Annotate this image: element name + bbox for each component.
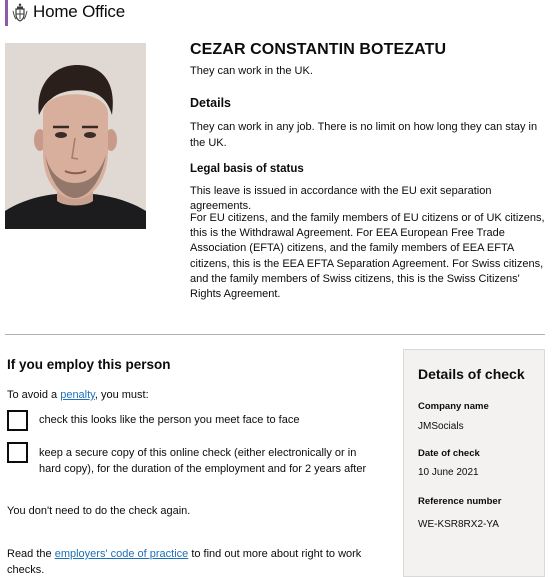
keep-copy-label[interactable]: keep a secure copy of this online check … [39, 445, 379, 477]
work-status: They can work in the UK. [190, 65, 313, 77]
site-header: Home Office [0, 0, 552, 30]
face-check-label[interactable]: check this looks like the person you mee… [39, 414, 299, 426]
section-divider [5, 334, 545, 335]
code-of-practice-link[interactable]: employers' code of practice [55, 548, 189, 560]
details-text: They can work in any job. There is no li… [190, 121, 538, 149]
legal-basis-text: This leave is issued in accordance with … [190, 185, 492, 212]
face-check-checkbox[interactable] [7, 410, 28, 431]
code-of-practice-text: Read the employers' code of practice to … [7, 546, 367, 577]
company-name-value: JMSocials [418, 421, 464, 432]
check-date-value: 10 June 2021 [418, 467, 479, 478]
legal-basis-agreements-text: For EU citizens, and the family members … [190, 212, 545, 301]
penalty-intro: To avoid a penalty, you must: [7, 389, 149, 401]
employer-heading: If you employ this person [7, 357, 171, 372]
royal-crest-icon [12, 3, 28, 22]
check-date-label: Date of check [418, 448, 480, 459]
check-details-panel: Details of check Company name JMSocials … [403, 349, 545, 577]
reference-number-value: WE-KSR8RX2-YA [418, 519, 499, 530]
penalty-intro-suffix: , you must: [94, 389, 149, 401]
check-details-title: Details of check [418, 366, 525, 382]
person-photo [5, 43, 146, 229]
company-name-label: Company name [418, 401, 489, 412]
organisation-name[interactable]: Home Office [33, 2, 125, 22]
reference-number-label: Reference number [418, 496, 502, 507]
keep-copy-checkbox[interactable] [7, 442, 28, 463]
no-recheck-text: You don't need to do the check again. [7, 505, 191, 517]
penalty-intro-prefix: To avoid a [7, 389, 61, 401]
penalty-link[interactable]: penalty [60, 389, 95, 401]
header-accent-bar [5, 0, 8, 26]
legal-basis-heading: Legal basis of status [190, 163, 304, 175]
details-heading: Details [190, 96, 231, 110]
person-name: CEZAR CONSTANTIN BOTEZATU [190, 41, 447, 58]
code-prefix: Read the [7, 548, 55, 560]
